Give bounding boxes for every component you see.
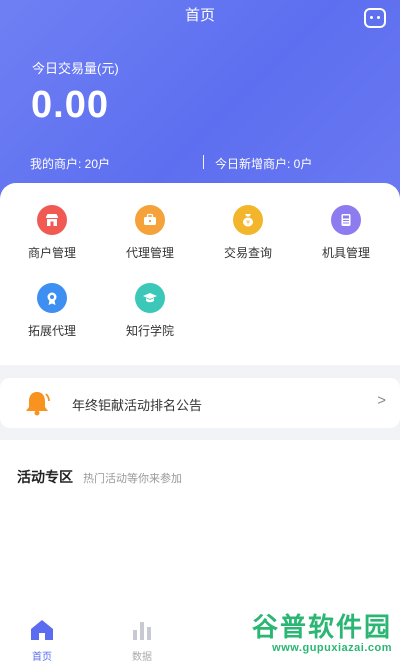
svg-text:¥: ¥	[246, 220, 250, 227]
bell-icon	[26, 392, 50, 416]
watermark-brand: 谷普软件园	[251, 612, 392, 642]
briefcase-icon	[135, 205, 165, 235]
menu-item-agent-management[interactable]: 代理管理	[100, 205, 200, 261]
section-subtitle: 热门活动等你来参加	[83, 473, 182, 485]
menu-grid: 商户管理 代理管理 ¥ 交易查询 机具管理 拓展代理 知行学院	[0, 183, 400, 365]
my-merchants-stat[interactable]: 我的商户: 20户	[30, 155, 110, 172]
menu-item-device-management[interactable]: 机具管理	[296, 205, 396, 261]
stat-divider	[203, 155, 204, 169]
bar-chart-icon	[133, 622, 151, 640]
tab-label: 数据	[132, 652, 152, 663]
tab-label: 首页	[32, 652, 52, 663]
menu-item-transaction-query[interactable]: ¥ 交易查询	[198, 205, 298, 261]
store-icon	[37, 205, 67, 235]
menu-item-label: 拓展代理	[27, 324, 76, 338]
new-merchants-stat[interactable]: 今日新增商户: 0户	[215, 155, 312, 172]
menu-item-academy[interactable]: 知行学院	[100, 283, 200, 339]
menu-item-label: 代理管理	[125, 246, 174, 260]
watermark-url: www.gupuxiazai.com	[272, 642, 392, 654]
announcement-text: 年终钜献活动排名公告	[72, 398, 203, 413]
activity-section: 活动专区 热门活动等你来参加	[0, 440, 400, 610]
watermark-logo: 谷普软件园 www.gupuxiazai.com	[212, 612, 392, 660]
badge-icon	[37, 283, 67, 313]
money-bag-icon: ¥	[233, 205, 263, 235]
menu-item-expand-agent[interactable]: 拓展代理	[2, 283, 102, 339]
menu-item-label: 机具管理	[321, 246, 370, 260]
announcement-bar[interactable]: 年终钜献活动排名公告 >	[0, 378, 400, 428]
message-icon[interactable]	[364, 8, 386, 28]
volume-value: 0.00	[31, 84, 109, 126]
volume-label: 今日交易量(元)	[32, 61, 119, 76]
page-title: 首页	[184, 7, 215, 24]
graduation-cap-icon	[135, 283, 165, 313]
tab-data[interactable]: 数据	[112, 618, 172, 663]
tab-home[interactable]: 首页	[12, 618, 72, 663]
device-icon	[331, 205, 361, 235]
menu-item-merchant-management[interactable]: 商户管理	[2, 205, 102, 261]
section-title: 活动专区	[17, 469, 73, 485]
menu-item-label: 交易查询	[223, 246, 272, 260]
home-icon	[31, 620, 53, 640]
chevron-right-icon: >	[377, 392, 386, 409]
menu-item-label: 商户管理	[27, 246, 76, 260]
menu-item-label: 知行学院	[125, 324, 174, 338]
